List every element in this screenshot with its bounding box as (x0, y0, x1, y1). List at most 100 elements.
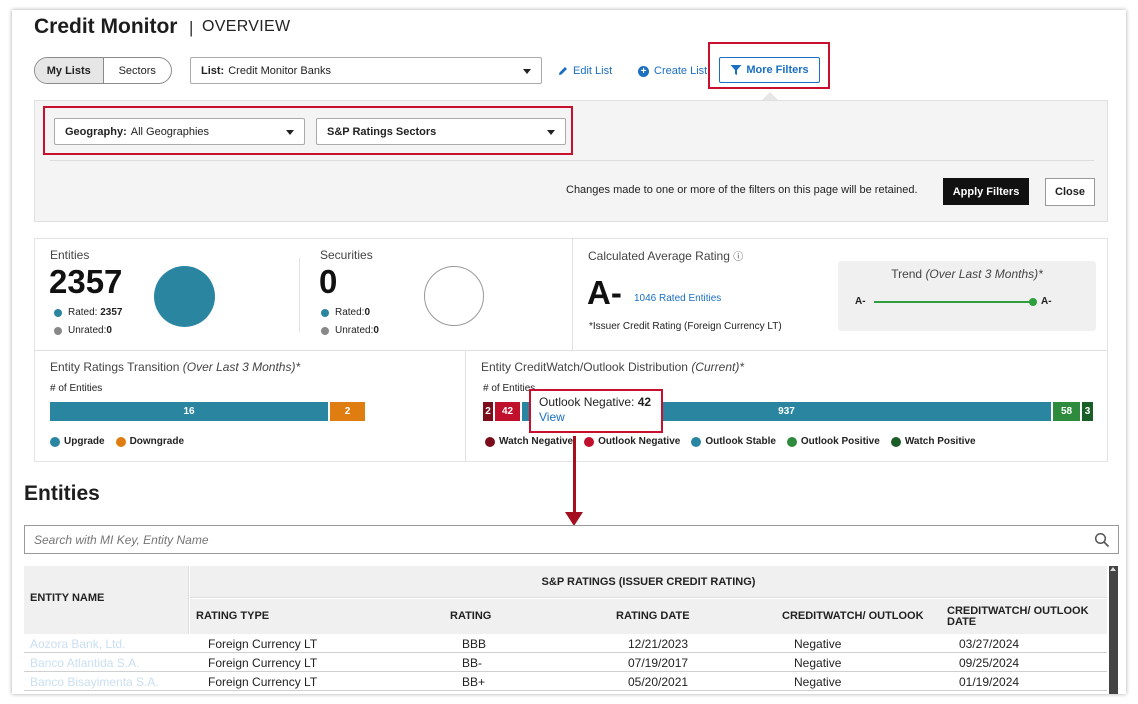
legend-outlook-positive: Outlook Positive (786, 436, 880, 447)
trend-line (874, 301, 1034, 303)
list-type-toggle: My Lists Sectors (34, 57, 172, 84)
entities-rated-value: 2357 (100, 307, 123, 318)
scroll-up-icon[interactable] (1110, 567, 1116, 571)
issuer-credit-note: *Issuer Credit Rating (Foreign Currency … (589, 321, 782, 332)
search-icon[interactable] (1094, 532, 1110, 548)
col-creditwatch-outlook-date[interactable]: CREDITWATCH/ OUTLOOK DATE (947, 599, 1097, 634)
rated-entities-link[interactable]: 1046 Rated Entities (634, 293, 721, 304)
create-list-button[interactable]: + Create List (638, 65, 707, 77)
distribution-axis-label: # of Entities (483, 383, 536, 394)
avg-rating-label: Calculated Average Rating ⓘ (588, 248, 743, 263)
toggle-my-lists[interactable]: My Lists (35, 58, 104, 83)
avg-rating-label-text: Calculated Average Rating (588, 249, 730, 263)
entity-name-link[interactable]: Banco Bisayimenta S.A. (30, 675, 159, 689)
outlook-positive-dot-icon (786, 436, 797, 447)
securities-circle (424, 266, 484, 326)
credit-monitor-window: Credit Monitor | OVERVIEW My Lists Secto… (12, 10, 1126, 694)
edit-list-button[interactable]: Edit List (558, 65, 612, 77)
filters-highlight (43, 106, 573, 155)
legend-outlook-positive-label: Outlook Positive (800, 436, 880, 447)
col-creditwatch-outlook[interactable]: CREDITWATCH/ OUTLOOK (782, 599, 932, 634)
cell-rating-date: 12/21/2023 (628, 637, 689, 651)
distribution-bar-outlook-negative[interactable]: 42 (495, 402, 520, 421)
outlook-tooltip: Outlook Negative: 42 View (529, 389, 663, 433)
entities-section-title: Entities (24, 482, 100, 505)
edit-list-label: Edit List (573, 65, 613, 77)
securities-label: Securities (320, 248, 373, 262)
transition-title-text: Entity Ratings Transition (50, 360, 180, 374)
legend-outlook-stable: Outlook Stable (691, 436, 776, 447)
entity-search (24, 525, 1119, 554)
list-select-label: List: (201, 64, 225, 77)
legend-outlook-stable-label: Outlook Stable (705, 436, 776, 447)
entity-name-link[interactable]: Banco Atlantida S.A. (30, 656, 139, 670)
trend-title: Trend (Over Last 3 Months)* (838, 267, 1096, 281)
entities-rated-circle (154, 266, 215, 327)
entity-name-header[interactable]: ENTITY NAME (24, 566, 189, 634)
unrated-label: Unrated: (68, 325, 107, 336)
plus-circle-icon: + (638, 65, 649, 77)
trend-end: A- (1041, 296, 1052, 307)
transition-bar-downgrade[interactable]: 2 (330, 402, 365, 421)
legend-upgrade-label: Upgrade (64, 436, 105, 447)
col-rating[interactable]: RATING (450, 599, 600, 634)
unrated-dot-icon (321, 326, 329, 335)
entities-count: 2357 (49, 263, 123, 300)
table-scrollbar[interactable] (1109, 566, 1118, 694)
distribution-bar-outlook-positive[interactable]: 58 (1053, 402, 1080, 421)
chevron-down-icon (523, 68, 531, 74)
cell-outlook-date: 09/25/2024 (959, 656, 1020, 670)
legend-watch-negative-label: Watch Negative (499, 436, 574, 447)
toggle-sectors[interactable]: Sectors (104, 58, 172, 83)
cell-rating-type: Foreign Currency LT (208, 675, 318, 689)
entity-name-link[interactable]: Aozora Bank, Ltd. (30, 637, 125, 651)
panel-divider (50, 160, 1094, 161)
entity-search-input[interactable] (25, 526, 1075, 553)
cell-outlook: Negative (794, 656, 842, 670)
trend-title-text: Trend (891, 267, 923, 281)
legend-outlook-negative-label: Outlook Negative (598, 436, 681, 447)
divider (465, 350, 466, 462)
cell-rating: BBB (462, 637, 487, 651)
rated-dot-icon (321, 308, 329, 317)
downgrade-dot-icon (115, 436, 126, 447)
legend-watch-positive-label: Watch Positive (904, 436, 976, 447)
distribution-bar-watch-negative[interactable]: 2 (483, 402, 493, 421)
cell-rating-date: 07/19/2017 (628, 656, 689, 670)
entities-rated-legend: Rated: 2357 (54, 307, 123, 318)
securities-unrated-value: 0 (373, 325, 379, 336)
securities-unrated-legend: Unrated:0 (321, 325, 379, 336)
transition-axis-label: # of Entities (50, 383, 103, 394)
legend-watch-positive: Watch Positive (890, 436, 976, 447)
outlook-negative-dot-icon (584, 436, 595, 447)
securities-rated-value: 0 (364, 307, 371, 318)
filter-retention-note: Changes made to one or more of the filte… (566, 184, 918, 196)
close-button[interactable]: Close (1045, 178, 1095, 206)
info-icon[interactable]: ⓘ (733, 252, 743, 263)
distribution-title: Entity CreditWatch/Outlook Distribution … (481, 360, 744, 374)
list-select[interactable]: List: Credit Monitor Banks (190, 57, 542, 84)
table-row[interactable]: Banco Atlantida S.A. Foreign Currency LT… (24, 653, 1107, 672)
rated-label: Rated: (335, 307, 365, 318)
transition-title-em: (Over Last 3 Months)* (182, 360, 301, 374)
avg-rating-value: A- (587, 274, 622, 311)
more-filters-button[interactable]: More Filters (719, 57, 820, 83)
page-title: Credit Monitor (34, 15, 178, 38)
pencil-icon (559, 67, 567, 75)
col-rating-date[interactable]: RATING DATE (616, 599, 766, 634)
col-rating-type[interactable]: RATING TYPE (196, 599, 436, 634)
tooltip-label: Outlook Negative: (539, 395, 635, 409)
table-column-headers: RATING TYPE RATING RATING DATE CREDITWAT… (190, 599, 1107, 634)
list-select-value: Credit Monitor Banks (228, 64, 331, 77)
transition-bar-upgrade[interactable]: 16 (50, 402, 328, 421)
distribution-bar-watch-positive[interactable]: 3 (1082, 402, 1093, 421)
cell-rating-date: 05/20/2021 (628, 675, 689, 689)
table-row[interactable]: Aozora Bank, Ltd. Foreign Currency LT BB… (24, 634, 1107, 653)
divider (34, 350, 1108, 351)
apply-filters-button[interactable]: Apply Filters (943, 178, 1029, 205)
table-row[interactable]: Banco Bisayimenta S.A. Foreign Currency … (24, 672, 1107, 691)
cell-rating: BB- (462, 656, 483, 670)
entity-name-header-label: ENTITY NAME (30, 592, 105, 604)
tooltip-view-link[interactable]: View (539, 410, 653, 424)
divider (572, 238, 573, 350)
